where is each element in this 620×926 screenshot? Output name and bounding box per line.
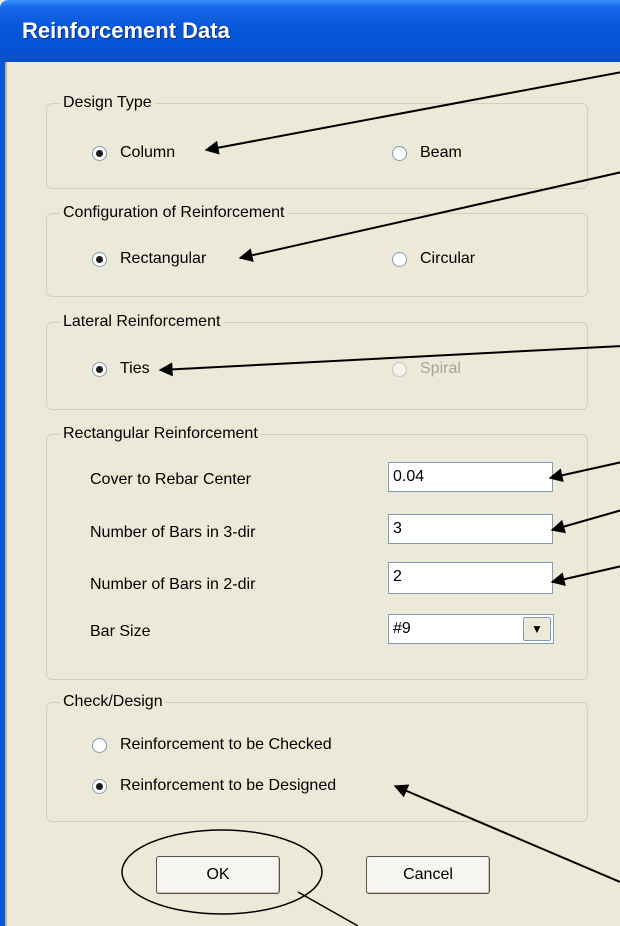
annotation-ellipse xyxy=(121,829,323,915)
reinforcement-data-dialog: Reinforcement Data Design Type Column Be… xyxy=(0,0,620,926)
annotation-arrow xyxy=(158,345,620,377)
annotation-arrow xyxy=(550,565,620,587)
annotation-arrow xyxy=(550,509,620,534)
annotation-arrow xyxy=(204,71,620,155)
annotation-overlay xyxy=(121,71,620,926)
annotation-arrow xyxy=(238,171,620,263)
annotation-arrow xyxy=(393,784,620,883)
annotation-arrow xyxy=(548,461,620,483)
annotation-line xyxy=(297,891,359,926)
